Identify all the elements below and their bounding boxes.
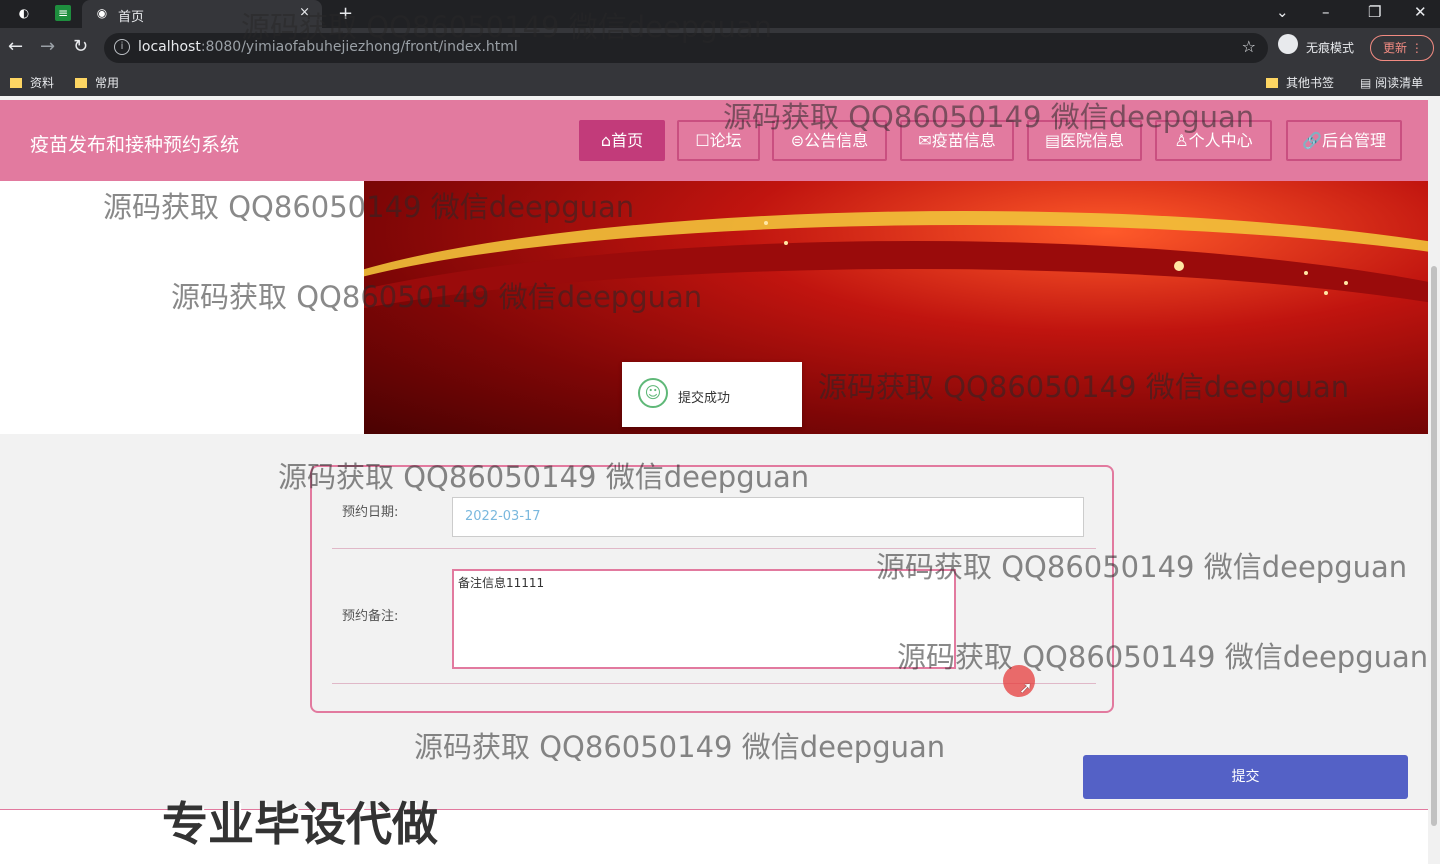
incognito-label[interactable]: 无痕模式 xyxy=(1306,39,1354,56)
sparkle xyxy=(784,241,788,245)
date-label: 预约日期: xyxy=(342,505,399,520)
nav-admin[interactable]: 🔗后台管理 xyxy=(1286,120,1402,161)
bookmark-folder-changyong[interactable]: 常用 xyxy=(75,74,119,91)
watermark: 源码获取 QQ86050149 微信deepguan xyxy=(723,100,1255,134)
nav-home[interactable]: ⌂首页 xyxy=(579,120,665,161)
folder-icon xyxy=(1266,78,1278,88)
reload-icon[interactable]: ↻ xyxy=(73,36,88,57)
folder-icon xyxy=(75,78,87,88)
divider xyxy=(332,683,1096,684)
bookmark-star-icon[interactable]: ☆ xyxy=(1242,37,1256,56)
watermark: 源码获取 QQ86050149 微信deepguan xyxy=(818,370,1350,404)
minimize-icon[interactable]: – xyxy=(1322,3,1330,21)
success-toast: ☺ 提交成功 xyxy=(622,362,802,427)
sparkle xyxy=(1304,271,1308,275)
sparkle xyxy=(1344,281,1348,285)
watermark: 源码获取 QQ86050149 微信deepguan xyxy=(876,550,1408,584)
submit-button[interactable]: 提交 xyxy=(1083,755,1408,799)
other-bookmarks[interactable]: 其他书签 xyxy=(1266,74,1334,91)
toast-message: 提交成功 xyxy=(678,391,731,406)
incognito-icon[interactable] xyxy=(1278,34,1298,54)
watermark: 源码获取 QQ86050149 微信deepguan xyxy=(241,10,773,44)
sparkle xyxy=(1174,261,1184,271)
close-window-icon[interactable]: ✕ xyxy=(1414,3,1427,21)
watermark: 源码获取 QQ86050149 微信deepguan xyxy=(278,460,810,494)
folder-icon xyxy=(10,78,22,88)
tab-search-icon[interactable]: ⌄ xyxy=(1276,3,1289,21)
watermark: 源码获取 QQ86050149 微信deepguan xyxy=(103,190,635,224)
reading-list-icon: ▤ xyxy=(1360,76,1376,90)
info-icon[interactable]: i xyxy=(114,39,130,55)
scroll-thumb[interactable] xyxy=(1431,266,1437,826)
page-scrollbar[interactable] xyxy=(1428,96,1440,864)
restore-icon[interactable]: ❐ xyxy=(1368,3,1381,21)
watermark: 源码获取 QQ86050149 微信deepguan xyxy=(171,280,703,314)
smile-icon: ☺ xyxy=(638,378,668,408)
tab-title: 首页 xyxy=(118,10,145,25)
reading-list[interactable]: ▤ 阅读清单 xyxy=(1360,74,1423,91)
remark-label: 预约备注: xyxy=(342,609,399,624)
app-tab-icon[interactable]: ≡ xyxy=(55,5,71,21)
bookmarks-bar: 资料 常用 其他书签 ▤ 阅读清单 xyxy=(0,68,1440,96)
promo-text: 专业毕设代做 xyxy=(162,797,438,851)
update-button[interactable]: 更新 ⋮ xyxy=(1370,35,1434,61)
browser-icon: ◐ xyxy=(18,6,30,20)
back-icon[interactable]: ← xyxy=(8,36,23,57)
mouse-cursor-icon: ➚ xyxy=(1019,678,1033,697)
bookmark-folder-ziliao[interactable]: 资料 xyxy=(10,74,54,91)
watermark: 源码获取 QQ86050149 微信deepguan xyxy=(414,730,946,764)
sparkle xyxy=(1324,291,1328,295)
watermark: 源码获取 QQ86050149 微信deepguan xyxy=(897,640,1429,674)
globe-icon: ◉ xyxy=(96,6,108,20)
forward-icon[interactable]: → xyxy=(40,36,55,57)
date-input[interactable]: 2022-03-17 xyxy=(452,497,1084,537)
sparkle xyxy=(764,221,768,225)
site-title: 疫苗发布和接种预约系统 xyxy=(30,134,240,156)
